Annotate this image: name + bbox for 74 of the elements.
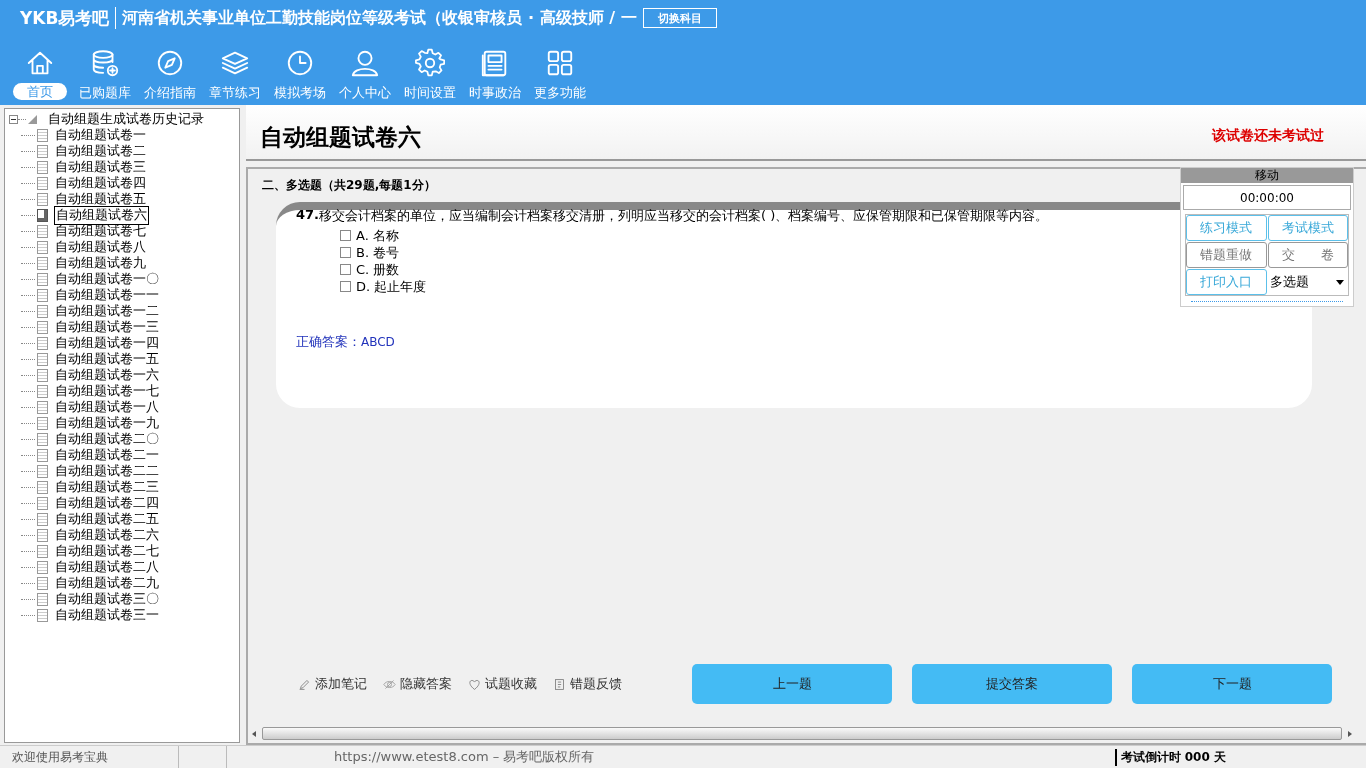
nav-button[interactable]: 上一题 [692,664,892,704]
book-icon [553,677,566,691]
grid-icon[interactable] [545,48,575,78]
tree-item[interactable]: 自动组题试卷一四 [54,334,160,352]
tree-item[interactable]: 自动组题试卷三 [54,158,147,176]
copyright-text: https://www.etest8.com – 易考吧版权所有 [334,748,595,766]
tree-item[interactable]: 自动组题试卷五 [54,190,147,208]
tool-link[interactable]: 隐藏答案 [383,675,452,693]
tree-item[interactable]: 自动组题试卷二二 [54,462,160,480]
answer-value: ABCD [361,335,395,349]
tree-item[interactable]: 自动组题试卷二三 [54,478,160,496]
tree-item[interactable]: 自动组题试卷一 [54,126,147,144]
tree-item[interactable]: 自动组题试卷一八 [54,398,160,416]
heart-icon [468,677,481,691]
tree-item[interactable]: 自动组题试卷三一 [54,606,160,624]
tree-item[interactable]: 自动组题试卷一五 [54,350,160,368]
tree-item[interactable]: 自动组题试卷一〇 [54,270,160,288]
tree-item[interactable]: 自动组题试卷七 [54,222,147,240]
tool-link[interactable]: 添加笔记 [298,675,367,693]
tool-link[interactable]: 试题收藏 [468,675,537,693]
tree-item[interactable]: 自动组题试卷九 [54,254,147,272]
clock-icon[interactable] [285,48,315,78]
tree-item[interactable]: 自动组题试卷二六 [54,526,160,544]
pencil-icon [298,677,311,691]
exam-title: 河南省机关事业单位工勤技能岗位等级考试（收银审核员 · 高级技师 / 一 [122,7,637,29]
option-label: D. 起止年度 [356,277,427,296]
question-number: 47. [296,207,320,224]
database-icon[interactable] [90,48,120,78]
tree-item[interactable]: 自动组题试卷八 [54,238,147,256]
nav-button[interactable]: 提交答案 [912,664,1112,704]
tree-item[interactable]: 自动组题试卷一三 [54,318,160,336]
tree-item[interactable]: 自动组题试卷二四 [54,494,160,512]
option-label: A. 名称 [356,226,399,245]
tree-item[interactable]: 自动组题试卷二一 [54,446,160,464]
timer-display: 00:00:00 [1183,185,1351,210]
tree-item[interactable]: 自动组题试卷一七 [54,382,160,400]
tree-item[interactable]: 自动组题试卷一二 [54,302,160,320]
paper-title: 自动组题试卷六 [260,123,421,152]
question-text: 移交会计档案的单位，应当编制会计档案移交清册，列明应当移交的会计档案( )、档案编号、应保管期限和已保管期限等内容。 [319,207,1049,225]
exam-status: 该试卷还未考试过 [1212,127,1324,145]
checkbox[interactable] [340,281,351,292]
nav-button[interactable]: 下一题 [1132,664,1332,704]
checkbox[interactable] [340,230,351,241]
panel-header: 移动 [1181,168,1353,183]
tree-item[interactable]: 自动组题试卷二七 [54,542,160,560]
collapse-icon[interactable] [9,114,18,124]
tree-item[interactable]: 自动组题试卷四 [54,174,147,192]
user-icon[interactable] [350,48,380,78]
question-type-dropdown[interactable]: 多选题 [1267,269,1348,295]
option-label: C. 册数 [356,260,400,279]
checkbox[interactable] [340,264,351,275]
logo: YKB易考吧 [20,6,110,30]
tool-link[interactable]: 错题反馈 [553,675,622,693]
tree-item[interactable]: 自动组题试卷一九 [54,414,160,432]
option-label: B. 卷号 [356,243,400,262]
tree-item[interactable]: 自动组题试卷二五 [54,510,160,528]
compass-icon[interactable] [155,48,185,78]
tree-item[interactable]: 自动组题试卷二八 [54,558,160,576]
tree-item[interactable]: 自动组题试卷六 [54,205,149,225]
tree-item[interactable]: 自动组题试卷二〇 [54,430,160,448]
caret-icon [1336,279,1344,285]
eye-icon [383,677,396,691]
tree-item[interactable]: 自动组题试卷二 [54,142,147,160]
tree-item[interactable]: 自动组题试卷一六 [54,366,160,384]
tree-item[interactable]: 自动组题试卷三〇 [54,590,160,608]
answer-label: 正确答案： [296,334,361,349]
tree-item[interactable]: 自动组题试卷一一 [54,286,160,304]
checkbox[interactable] [340,247,351,258]
countdown-text: 考试倒计时 000 天 [1114,748,1226,766]
tree-item[interactable]: 自动组题试卷二九 [54,574,160,592]
tree-root-label[interactable]: 自动组题生成试卷历史记录 [47,110,205,128]
settings-icon[interactable] [415,48,445,78]
welcome-text: 欢迎使用易考宝典 [11,748,109,766]
section-heading: 二、多选题（共29题,每题1分） [262,177,437,194]
